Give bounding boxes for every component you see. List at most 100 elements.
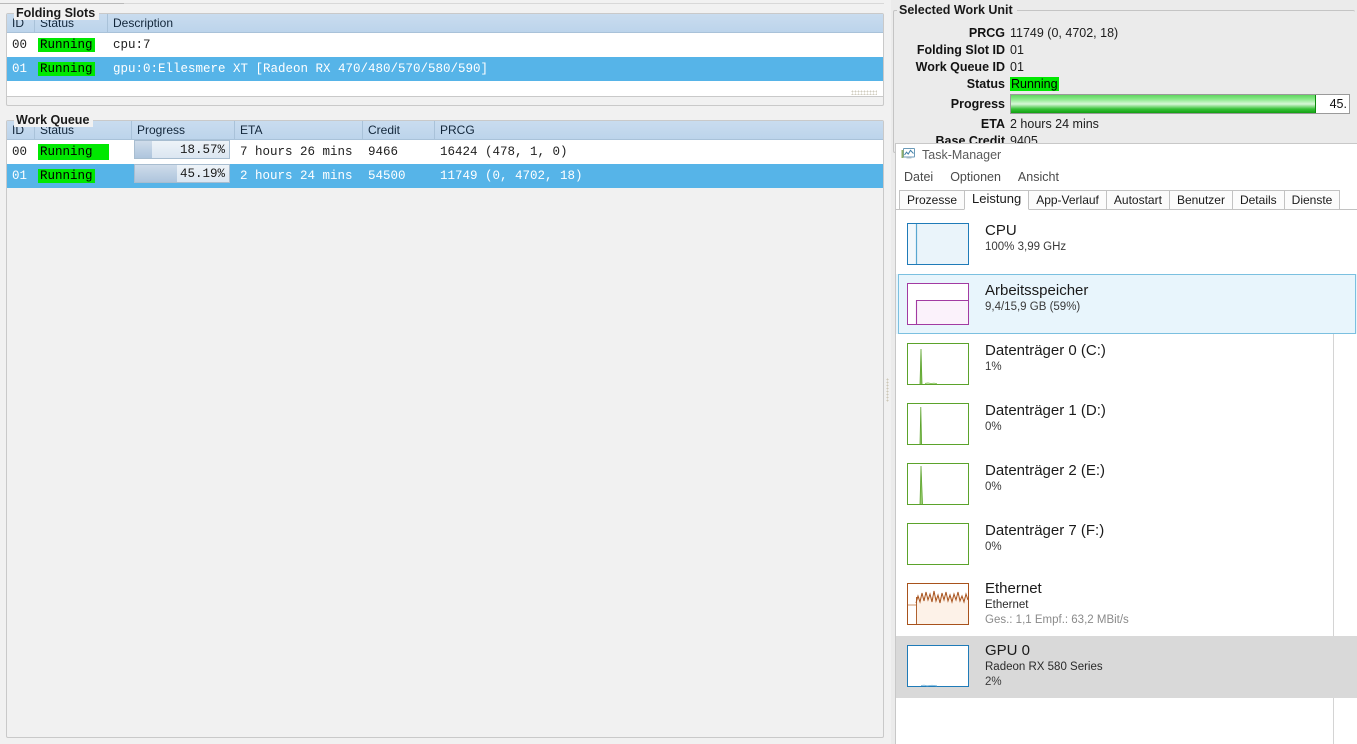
panel-splitter[interactable] xyxy=(884,0,891,744)
network-graph-thumbnail xyxy=(907,583,969,625)
work-queue-table[interactable]: ID Status Progress ETA Credit PRCG 00 Ru… xyxy=(7,121,883,737)
field-value: 01 xyxy=(1010,42,1024,57)
resource-value: 0% xyxy=(985,481,1002,493)
field-value: 01 xyxy=(1010,59,1024,74)
progress-bar-label: 45. xyxy=(1329,96,1347,111)
status-badge: Running xyxy=(38,144,109,160)
tab-app-verlauf[interactable]: App-Verlauf xyxy=(1028,190,1107,209)
tab-prozesse[interactable]: Prozesse xyxy=(899,190,966,209)
field-label: Folding Slot ID xyxy=(916,42,1005,57)
col-header-credit[interactable]: Credit xyxy=(363,121,435,140)
field-work-queue-id: Work Queue ID 01 xyxy=(892,58,1357,75)
disk-graph-thumbnail xyxy=(907,523,969,565)
status-badge: Running xyxy=(38,38,95,52)
resource-value: Ges.: 1,1 Empf.: 63,2 MBit/s xyxy=(985,614,1129,626)
splitter-grip-icon[interactable] xyxy=(886,378,889,402)
table-empty-area xyxy=(7,81,883,95)
progress-bar-label: 18.57% xyxy=(179,143,225,157)
tab-details[interactable]: Details xyxy=(1231,190,1285,209)
cell-id: 01 xyxy=(12,169,28,183)
col-header-eta[interactable]: ETA xyxy=(235,121,363,140)
resource-item-cpu[interactable]: CPU 100% 3,99 GHz xyxy=(896,214,1357,274)
task-manager-window[interactable]: Task-Manager Datei Optionen Ansicht Proz… xyxy=(895,143,1357,744)
resource-value: 100% 3,99 GHz xyxy=(985,241,1067,253)
task-manager-tabs: Prozesse Leistung App-Verlauf Autostart … xyxy=(896,188,1357,210)
resource-name: Datenträger 7 (F:) xyxy=(985,522,1105,539)
col-header-progress[interactable]: Progress xyxy=(132,121,235,140)
field-label: Work Queue ID xyxy=(915,59,1005,74)
status-badge: Running xyxy=(38,62,95,76)
cell-progress: 45.19% xyxy=(132,164,235,188)
folding-slots-title: Folding Slots xyxy=(14,6,100,20)
col-header-prcg[interactable]: PRCG xyxy=(435,121,883,140)
menu-item-optionen[interactable]: Optionen xyxy=(950,170,1001,184)
task-manager-menubar: Datei Optionen Ansicht xyxy=(896,166,1357,188)
cell-eta: 2 hours 24 mins xyxy=(240,169,353,183)
table-row[interactable]: 00 Running 18.57% 7 hours 26 mins 9466 1… xyxy=(7,140,883,164)
field-folding-slot-id: Folding Slot ID 01 xyxy=(892,41,1357,58)
resource-text: Arbeitsspeicher 9,4/15,9 GB (59%) xyxy=(985,281,1088,315)
tab-leistung[interactable]: Leistung xyxy=(964,190,1030,210)
resource-item-datentraeger-1[interactable]: Datenträger 1 (D:) 0% xyxy=(896,394,1357,454)
performance-resource-list: CPU 100% 3,99 GHz Arbeitsspeicher 9,4/15… xyxy=(896,210,1357,744)
progress-bar-fill xyxy=(1011,94,1317,113)
work-queue-header-row: ID Status Progress ETA Credit PRCG xyxy=(7,121,883,140)
table-row[interactable]: 01 Running 45.19% 2 hours 24 mins 54500 … xyxy=(7,164,883,188)
cell-status: Running xyxy=(35,140,132,164)
resource-value: 2% xyxy=(985,676,1002,688)
field-progress: Progress 45. xyxy=(892,92,1357,115)
cell-credit: 54500 xyxy=(368,169,406,183)
tab-dienste[interactable]: Dienste xyxy=(1283,190,1341,209)
resize-grip-icon[interactable] xyxy=(851,90,877,95)
resource-item-gpu-0[interactable]: GPU 0 Radeon RX 580 Series 2% xyxy=(896,636,1357,698)
window-top-divider xyxy=(0,3,884,4)
field-value: 2 hours 24 mins xyxy=(1010,116,1099,131)
resource-value: 0% xyxy=(985,421,1002,433)
resource-name: Arbeitsspeicher xyxy=(985,282,1089,299)
menu-item-ansicht[interactable]: Ansicht xyxy=(1018,170,1059,184)
resource-item-datentraeger-2[interactable]: Datenträger 2 (E:) 0% xyxy=(896,454,1357,514)
cell-eta: 7 hours 26 mins xyxy=(240,145,353,159)
progress-bar: 45. xyxy=(1010,93,1350,114)
resource-item-datentraeger-0[interactable]: Datenträger 0 (C:) 1% xyxy=(896,334,1357,394)
col-header-description[interactable]: Description xyxy=(108,14,883,33)
resource-item-ethernet[interactable]: Ethernet Ethernet Ges.: 1,1 Empf.: 63,2 … xyxy=(896,574,1357,636)
resource-item-datentraeger-7[interactable]: Datenträger 7 (F:) 0% xyxy=(896,514,1357,574)
cpu-graph-thumbnail xyxy=(907,223,969,265)
resource-text: Datenträger 0 (C:) 1% xyxy=(985,341,1106,375)
table-empty-area xyxy=(7,188,883,708)
progress-bar-label: 45.19% xyxy=(179,167,225,181)
tab-autostart[interactable]: Autostart xyxy=(1105,190,1170,209)
table-row[interactable]: 01 Running gpu:0:Ellesmere XT [Radeon RX… xyxy=(7,57,883,81)
taskmanager-icon xyxy=(901,147,916,164)
resource-name: CPU xyxy=(985,222,1017,239)
resource-subtitle: Ethernet xyxy=(985,599,1029,611)
resource-name: Datenträger 2 (E:) xyxy=(985,462,1106,479)
work-queue-title: Work Queue xyxy=(14,113,94,127)
work-queue-group: Work Queue ID Status Progress ETA Credit… xyxy=(6,113,884,738)
cell-status: Running xyxy=(35,57,108,81)
resource-name: Datenträger 0 (C:) xyxy=(985,342,1106,359)
tab-benutzer[interactable]: Benutzer xyxy=(1168,190,1233,209)
table-row[interactable]: 00 Running cpu:7 xyxy=(7,33,883,57)
cell-prcg: 16424 (478, 1, 0) xyxy=(440,145,568,159)
resource-text: Datenträger 7 (F:) 0% xyxy=(985,521,1104,555)
resource-value: 1% xyxy=(985,361,1002,373)
task-manager-title: Task-Manager xyxy=(922,148,1002,162)
disk-graph-thumbnail xyxy=(907,463,969,505)
resource-text: GPU 0 Radeon RX 580 Series 2% xyxy=(985,641,1103,690)
field-value: 11749 (0, 4702, 18) xyxy=(1010,25,1119,40)
fahcontrol-left-panel: Folding Slots ID Status Description 00 R… xyxy=(0,0,884,744)
progress-bar: 18.57% xyxy=(134,140,230,159)
cell-id: 01 xyxy=(12,62,28,76)
cell-description: cpu:7 xyxy=(113,38,151,52)
menu-item-datei[interactable]: Datei xyxy=(904,170,933,184)
field-prcg: PRCG 11749 (0, 4702, 18) xyxy=(892,24,1357,41)
cell-description: gpu:0:Ellesmere XT [Radeon RX 470/480/57… xyxy=(113,62,489,76)
resource-item-arbeitsspeicher[interactable]: Arbeitsspeicher 9,4/15,9 GB (59%) xyxy=(896,274,1357,334)
task-manager-titlebar[interactable]: Task-Manager xyxy=(896,144,1357,166)
folding-slots-table[interactable]: ID Status Description 00 Running cpu:7 0… xyxy=(7,13,883,97)
field-label: Progress xyxy=(950,96,1005,111)
disk-graph-thumbnail xyxy=(907,403,969,445)
field-value: Running xyxy=(1010,76,1059,91)
